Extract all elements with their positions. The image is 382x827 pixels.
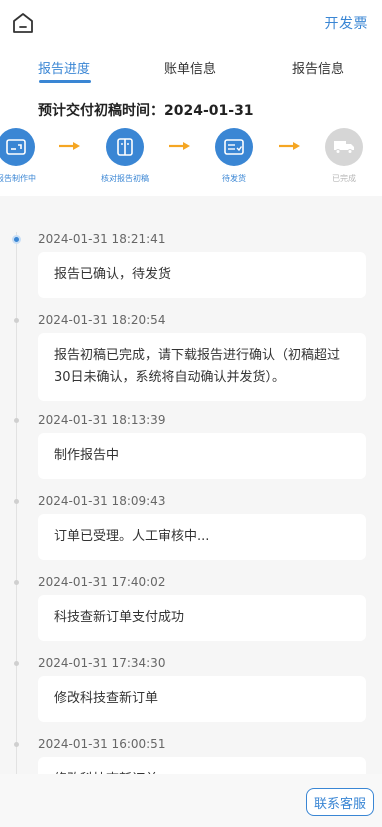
timeline-time: 2024-01-31 16:00:51 xyxy=(38,737,166,751)
timeline-time: 2024-01-31 18:13:39 xyxy=(38,413,166,427)
timeline-message: 科技查新订单支付成功 xyxy=(38,595,366,641)
timeline-time: 2024-01-31 18:21:41 xyxy=(38,232,166,246)
step-label: 已完成 xyxy=(332,174,356,183)
timeline-time: 2024-01-31 17:34:30 xyxy=(38,656,166,670)
timeline-message: 报告初稿已完成，请下载报告进行确认（初稿超过30日未确认，系统将自动确认并发货）… xyxy=(38,333,366,401)
tab-report-progress[interactable]: 报告进度 xyxy=(38,58,90,77)
timeline-dot xyxy=(14,742,19,747)
contact-service-button[interactable]: 联系客服 xyxy=(306,788,374,816)
timeline-time: 2024-01-31 18:09:43 xyxy=(38,494,166,508)
active-tab-indicator xyxy=(39,80,91,83)
report-draft-icon xyxy=(0,128,35,166)
timeline-time: 2024-01-31 18:20:54 xyxy=(38,313,166,327)
order-timeline: 2024-01-31 18:21:41 报告已确认，待发货 2024-01-31… xyxy=(0,196,382,774)
timeline-message: 制作报告中 xyxy=(38,433,366,479)
timeline-dot xyxy=(14,418,19,423)
invoice-button[interactable]: 开发票 xyxy=(325,13,369,33)
timeline-dot xyxy=(14,580,19,585)
arrow-right-icon xyxy=(169,142,190,150)
timeline-message: 订单已受理。人工审核中... xyxy=(38,514,366,560)
timeline-dot xyxy=(14,318,19,323)
document-check-icon xyxy=(106,128,144,166)
delivery-date-label: 预计交付初稿时间： xyxy=(38,103,164,119)
bottom-bar: 联系客服 xyxy=(0,774,382,827)
delivery-date: 预计交付初稿时间：2024-01-31 xyxy=(38,100,254,120)
timeline-dot xyxy=(14,661,19,666)
truck-icon xyxy=(325,128,363,166)
timeline-time: 2024-01-31 17:40:02 xyxy=(38,575,166,589)
progress-steps: 报告制作中 核对报告初稿 待发货 已完成 xyxy=(0,126,382,190)
timeline-dot-active xyxy=(12,235,21,244)
arrow-right-icon xyxy=(59,142,80,150)
timeline-message: 修改科技查新订单 xyxy=(38,757,366,774)
step-label: 核对报告初稿 xyxy=(101,174,149,183)
tab-report-info[interactable]: 报告信息 xyxy=(292,58,344,77)
arrow-right-icon xyxy=(279,142,300,150)
step-label: 报告制作中 xyxy=(0,174,36,183)
top-bar: 开发票 xyxy=(0,0,382,46)
tab-billing-info[interactable]: 账单信息 xyxy=(164,58,216,77)
timeline-dot xyxy=(14,499,19,504)
checklist-icon xyxy=(215,128,253,166)
step-label: 待发货 xyxy=(222,174,246,183)
delivery-date-value: 2024-01-31 xyxy=(164,103,254,119)
timeline-message: 报告已确认，待发货 xyxy=(38,252,366,298)
home-icon[interactable] xyxy=(12,12,34,34)
timeline-message: 修改科技查新订单 xyxy=(38,676,366,722)
